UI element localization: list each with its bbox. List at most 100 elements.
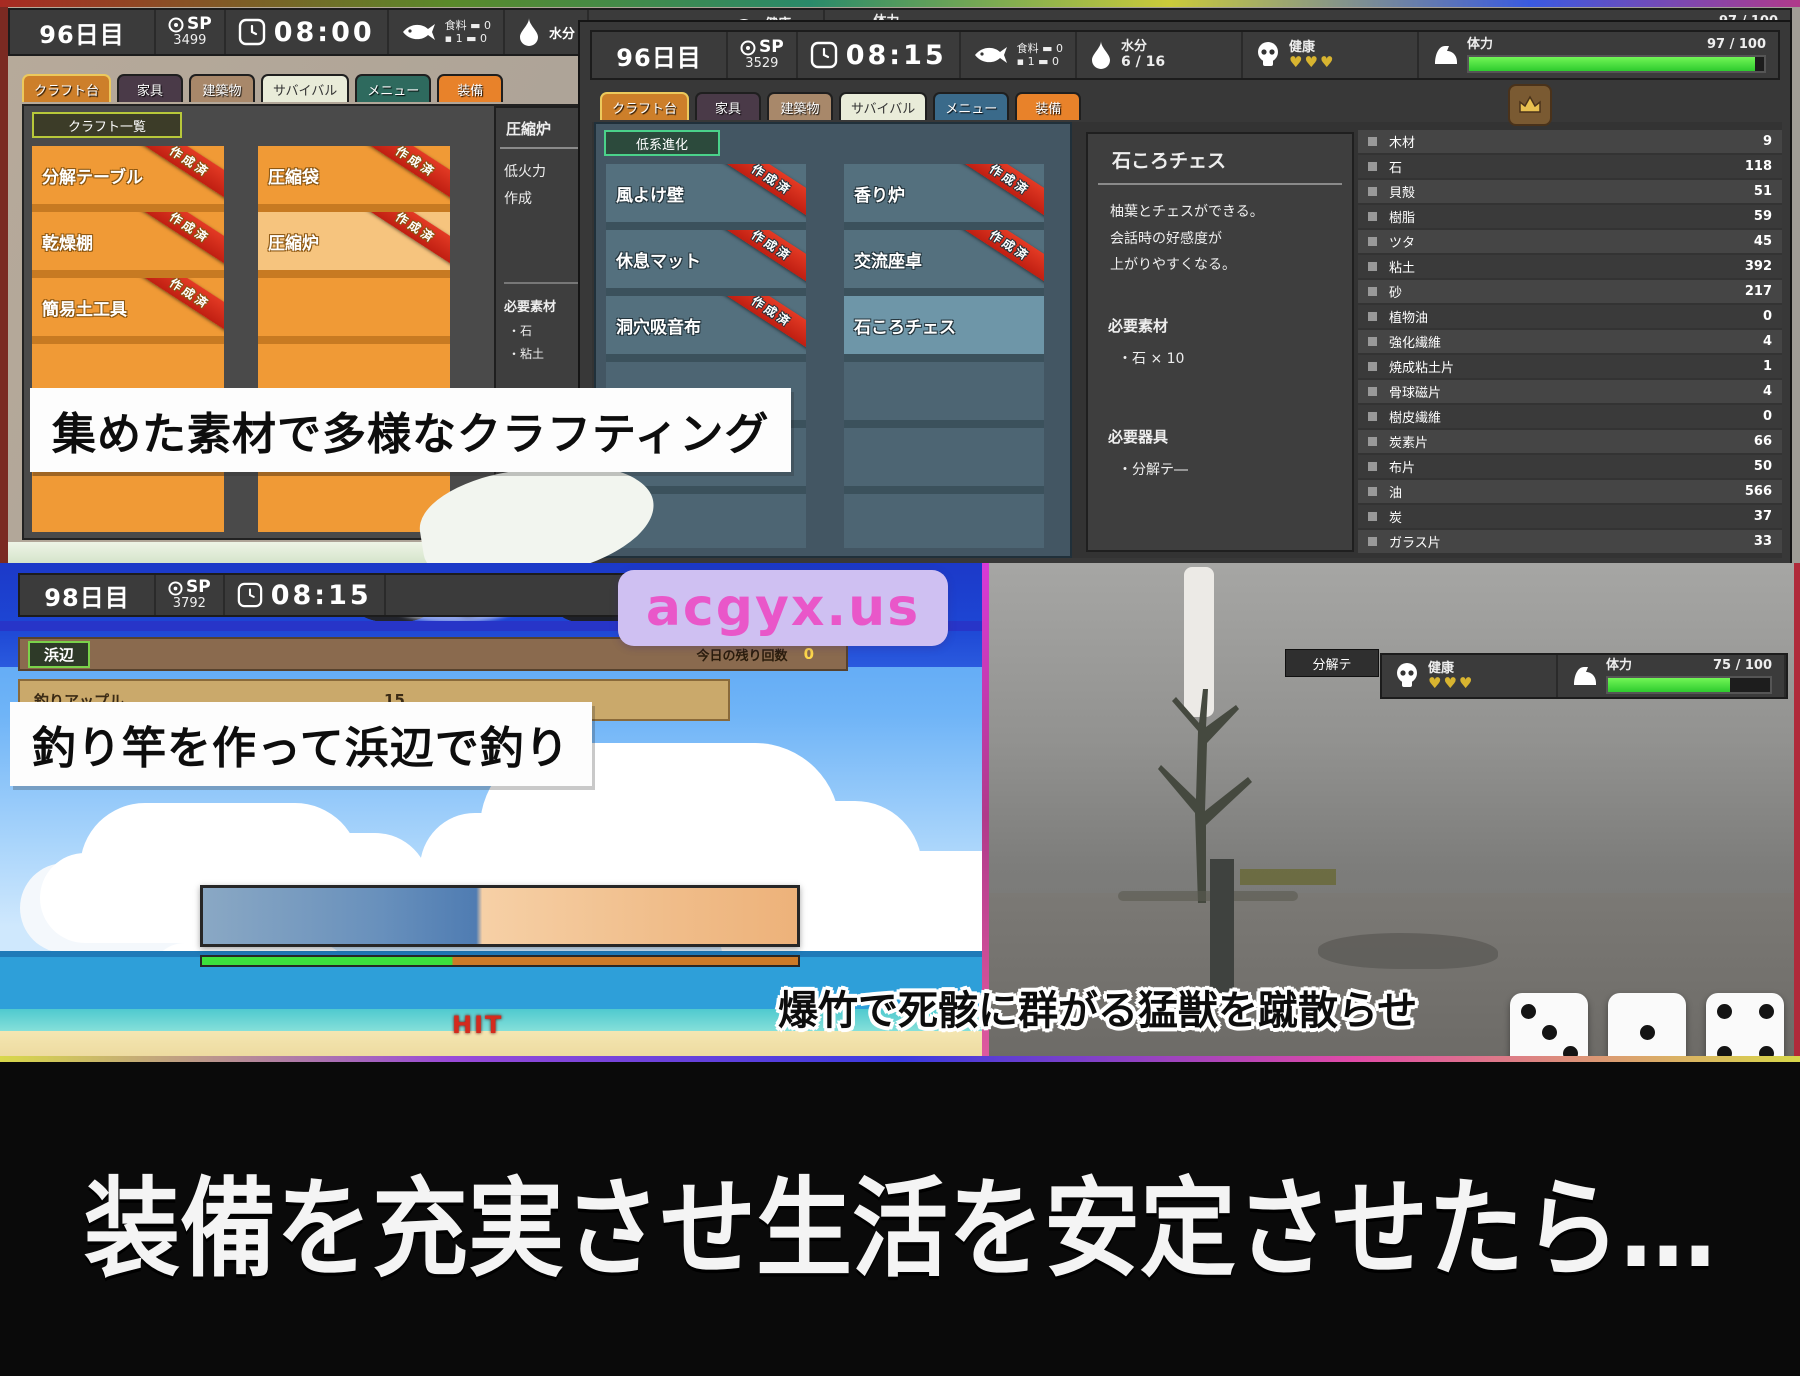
material-row: 石118 <box>1358 155 1782 178</box>
craft-item-label: 洞穴吸音布 <box>616 313 701 338</box>
material-icon <box>1368 437 1377 446</box>
craft-item-label: 石ころチェス <box>854 313 956 338</box>
stamina-label: 体力 <box>1606 658 1632 674</box>
item-description-b: 石ころチェス 柚葉とチェスができる。 会話時の好感度が 上がりやすくなる。 必要… <box>1086 132 1354 552</box>
die-cell <box>1518 1022 1538 1042</box>
water-segment: 水分 <box>505 10 589 54</box>
description-title: 石ころチェス <box>1098 134 1342 185</box>
tab-equipment[interactable]: 装備 <box>437 74 503 102</box>
fishing-gauge[interactable] <box>200 885 800 947</box>
material-row: 布片50 <box>1358 455 1782 478</box>
die-cell <box>1735 1001 1755 1021</box>
location-label: 浜辺 <box>28 641 90 668</box>
sp-coin-icon <box>168 17 184 33</box>
muscle-arm-icon <box>1570 663 1598 689</box>
material-row: 樹皮繊維0 <box>1358 405 1782 428</box>
stamina-segment: 体力97 / 100 <box>1419 32 1778 78</box>
top-seam-strip <box>0 0 1800 7</box>
craft-item[interactable]: 乾燥棚 作成済 <box>32 212 224 270</box>
sp-coin-icon <box>168 581 183 596</box>
material-icon <box>1368 462 1377 471</box>
screenshot-crafting-blue: 96日目 SP 3529 08:15 食料 ▬ 0 ▪ 1 ▬ 0 <box>578 20 1792 566</box>
tab-menu[interactable]: メニュー <box>933 92 1009 120</box>
tab-survival[interactable]: サバイバル <box>261 74 349 102</box>
tab-furniture[interactable]: 家具 <box>695 92 761 120</box>
water-label: 水分 <box>1121 39 1165 55</box>
food-label: 食料 <box>1017 42 1039 55</box>
remaining-value: 0 <box>804 645 814 663</box>
craft-item[interactable]: 交流座卓 作成済 <box>844 230 1044 288</box>
craft-item[interactable]: 休息マット 作成済 <box>606 230 806 288</box>
materials-list: 木材9石118貝殻51樹脂59ツタ45粘土392砂217植物油0強化繊維4焼成粘… <box>1358 122 1782 553</box>
fish-icon <box>401 20 437 44</box>
die-cell <box>1637 1001 1657 1021</box>
tab-furniture[interactable]: 家具 <box>117 74 183 102</box>
watermark: acgyx.us <box>618 570 948 646</box>
sp-badge: SP 3529 <box>728 32 798 78</box>
category-label-b: 低系進化 <box>604 130 720 156</box>
tab-building[interactable]: 建築物 <box>189 74 255 102</box>
clock-segment: 08:15 <box>798 32 961 78</box>
craft-item-label: 休息マット <box>616 247 701 272</box>
craft-item-label: 交流座卓 <box>854 247 922 272</box>
material-row: 粘土392 <box>1358 255 1782 278</box>
material-row: 強化繊維4 <box>1358 330 1782 353</box>
crafted-ribbon: 作成済 <box>125 212 224 270</box>
food-top-value: 0 <box>1056 42 1063 55</box>
crafted-ribbon: 作成済 <box>351 146 450 204</box>
tab-craft[interactable]: クラフト台 <box>22 74 111 102</box>
food-right-value: 0 <box>480 32 487 45</box>
bottom-banner-text: 装備を充実させ生活を安定させたら… <box>84 1141 1716 1297</box>
food-right-value: 0 <box>1052 55 1059 68</box>
craft-item-selected[interactable]: 圧縮炉 作成済 <box>258 212 450 270</box>
rank-icon[interactable] <box>1508 84 1552 126</box>
craft-item-label: 分解テーブル <box>42 163 143 188</box>
skull-icon <box>1255 41 1281 69</box>
craft-item[interactable]: 分解テーブル 作成済 <box>32 146 224 204</box>
tab-survival-active[interactable]: サバイバル <box>839 92 927 120</box>
description-title: 圧縮炉 <box>500 108 584 149</box>
craft-item[interactable]: 圧縮袋 作成済 <box>258 146 450 204</box>
material-name: 粘土 <box>1389 257 1415 276</box>
material-qty: 0 <box>1763 409 1772 424</box>
craft-item-label: 風よけ壁 <box>616 181 684 206</box>
die-cell <box>1658 1001 1678 1021</box>
category-label-a: クラフト一覧 <box>32 112 182 138</box>
craft-item[interactable]: 簡易土工具 作成済 <box>32 278 224 336</box>
craft-item-label: 圧縮袋 <box>268 163 319 188</box>
material-icon <box>1368 162 1377 171</box>
remaining-label: 今日の残り回数 <box>697 645 788 664</box>
material-row: ツタ45 <box>1358 230 1782 253</box>
material-name: 焼成粘土片 <box>1389 357 1454 376</box>
sp-label: SP <box>187 16 212 34</box>
die-cell <box>1539 1001 1559 1021</box>
material-name: 樹脂 <box>1389 207 1415 226</box>
crafted-ribbon: 作成済 <box>707 296 806 354</box>
material-row: 貝殻51 <box>1358 180 1782 203</box>
die-cell <box>1616 1022 1636 1042</box>
die-cell <box>1616 1001 1636 1021</box>
tab-equipment[interactable]: 装備 <box>1015 92 1081 120</box>
material-icon <box>1368 187 1377 196</box>
material-icon <box>1368 137 1377 146</box>
craft-body-b: 低系進化 風よけ壁 作成済 休息マット 作成済 洞穴吸音布 作成済 <box>592 122 1782 558</box>
craft-item[interactable]: 風よけ壁 作成済 <box>606 164 806 222</box>
stamina-segment: 体力75 / 100 <box>1558 655 1786 697</box>
health-hearts: ♥♥♥ <box>1289 55 1335 70</box>
material-name: 強化繊維 <box>1389 332 1441 351</box>
craft-item-label: 香り炉 <box>854 181 905 206</box>
material-qty: 33 <box>1754 534 1772 549</box>
tab-craft[interactable]: クラフト台 <box>600 92 689 120</box>
right-seam-strip <box>1794 563 1800 1068</box>
day-counter: 98日目 <box>20 575 156 615</box>
die-cell <box>1714 1022 1734 1042</box>
craft-item[interactable]: 洞穴吸音布 作成済 <box>606 296 806 354</box>
craft-item-selected[interactable]: 石ころチェス <box>844 296 1044 354</box>
tooltip-box: 分解テ <box>1285 649 1379 677</box>
sp-value: 3529 <box>745 57 778 71</box>
tab-building[interactable]: 建築物 <box>767 92 833 120</box>
craft-item[interactable]: 香り炉 作成済 <box>844 164 1044 222</box>
time-value: 08:15 <box>271 580 372 611</box>
tab-menu[interactable]: メニュー <box>355 74 431 102</box>
material-qty: 1 <box>1763 359 1772 374</box>
